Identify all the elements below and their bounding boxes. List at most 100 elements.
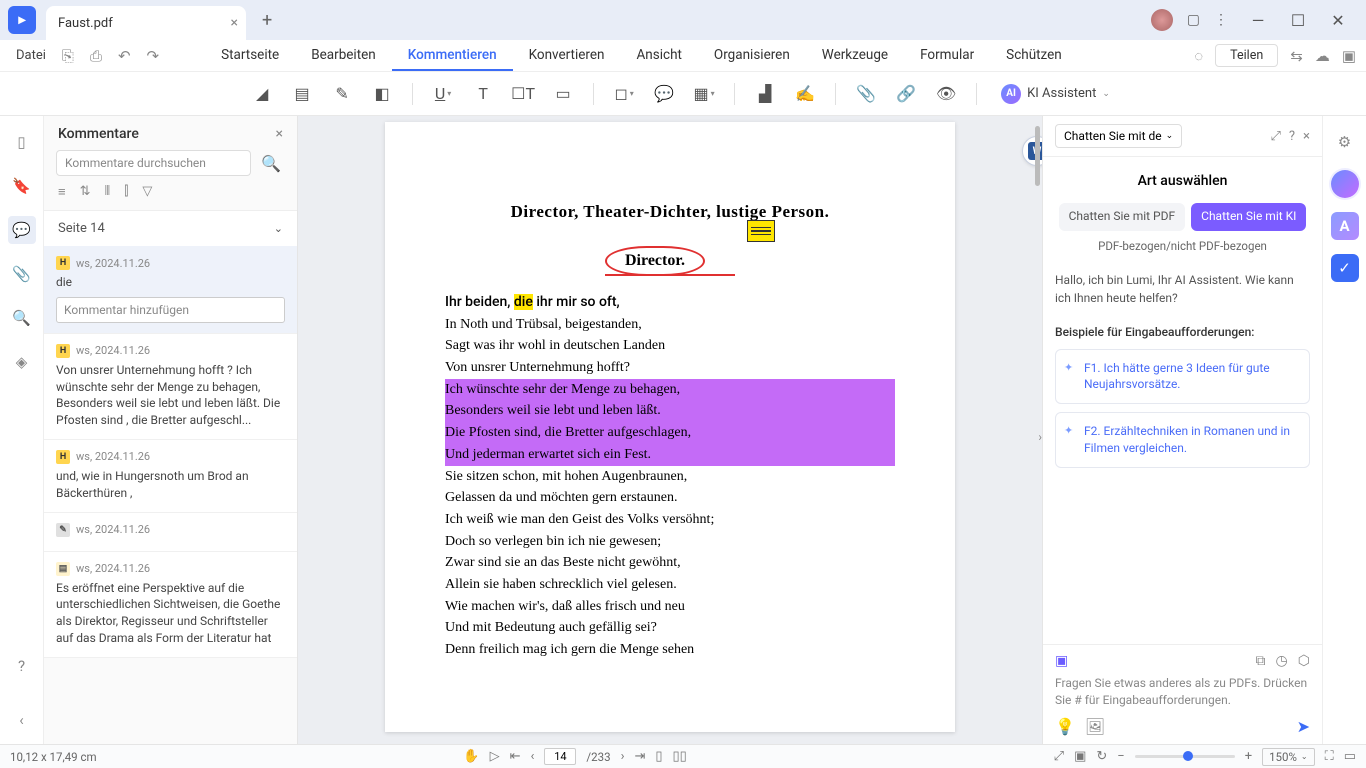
- ai-expand-icon[interactable]: ⤢: [1270, 129, 1280, 144]
- ai-attach-image-icon[interactable]: 🖼: [1085, 717, 1105, 736]
- page-number-input[interactable]: [544, 748, 576, 765]
- ai-tab-ki[interactable]: Chatten Sie mit KI: [1191, 203, 1306, 231]
- help-icon[interactable]: ?: [8, 652, 36, 680]
- ai-help-icon[interactable]: ?: [1289, 129, 1295, 144]
- nav-ansicht[interactable]: Ansicht: [620, 41, 697, 71]
- measure-icon[interactable]: ▦: [688, 78, 720, 110]
- redo-icon[interactable]: ↷: [141, 47, 166, 65]
- bulb-icon[interactable]: ◌: [1194, 47, 1203, 65]
- check-icon[interactable]: ✓: [1331, 254, 1359, 282]
- document-viewer[interactable]: Director, Theater-Dichter, lustige Perso…: [298, 116, 1042, 744]
- comment-item[interactable]: ▤ws, 2024.11.26Es eröffnet eine Perspekt…: [44, 552, 297, 658]
- select-tool-icon[interactable]: ▷: [490, 749, 500, 764]
- ai-input[interactable]: Fragen Sie etwas anderes als zu PDFs. Dr…: [1055, 675, 1310, 709]
- attach-icon[interactable]: 📎: [850, 78, 882, 110]
- attachments-icon[interactable]: 📎: [8, 260, 36, 288]
- nav-schützen[interactable]: Schützen: [990, 41, 1078, 71]
- filter-adjust-icon[interactable]: ⫿: [124, 184, 128, 200]
- share-button[interactable]: Teilen: [1215, 44, 1278, 67]
- highlighter-icon[interactable]: ◢: [246, 78, 278, 110]
- text-tool-icon[interactable]: T: [467, 78, 499, 110]
- ai-settings-icon[interactable]: ⬡: [1298, 653, 1310, 669]
- print-icon[interactable]: ⎙: [84, 47, 108, 65]
- ai-send-icon[interactable]: ➤: [1297, 717, 1310, 736]
- collapse-right-icon[interactable]: ›: [1038, 430, 1042, 444]
- ai-assistant-button[interactable]: AI KI Assistent ⌄: [991, 80, 1120, 108]
- textbox-icon[interactable]: ☐T: [507, 78, 539, 110]
- ai-a-icon[interactable]: A: [1331, 212, 1359, 240]
- eye-icon[interactable]: 👁: [930, 78, 962, 110]
- maximize-icon[interactable]: ☐: [1278, 4, 1318, 36]
- pencil-icon[interactable]: ✎: [326, 78, 358, 110]
- cloud-icon[interactable]: ☁: [1315, 47, 1330, 65]
- hand-tool-icon[interactable]: ✋: [463, 749, 479, 764]
- filter-sort-icon[interactable]: ⇅: [80, 184, 91, 200]
- open-icon[interactable]: ⎘: [56, 47, 80, 65]
- nav-formular[interactable]: Formular: [904, 41, 990, 71]
- ai-history-icon[interactable]: ◷: [1276, 653, 1288, 669]
- more-icon[interactable]: ⋮: [1214, 12, 1228, 28]
- callout-icon[interactable]: ▭: [547, 78, 579, 110]
- layout-icon[interactable]: ▣: [1342, 47, 1356, 65]
- app-logo[interactable]: ▸: [8, 6, 36, 34]
- comments-page-header[interactable]: Seite 14 ⌄: [44, 210, 297, 246]
- new-tab-button[interactable]: +: [254, 10, 280, 31]
- ai-close-icon[interactable]: ×: [1303, 129, 1310, 144]
- nav-werkzeuge[interactable]: Werkzeuge: [806, 41, 904, 71]
- sticky-note-icon[interactable]: [747, 220, 775, 242]
- notes-icon[interactable]: ▢: [1187, 12, 1200, 28]
- filter-funnel-icon[interactable]: ▽: [142, 184, 152, 200]
- comment-item[interactable]: Hws, 2024.11.26Von unsrer Unternehmung h…: [44, 334, 297, 440]
- stamp-icon[interactable]: ▟: [749, 78, 781, 110]
- bookmarks-icon[interactable]: 🔖: [8, 172, 36, 200]
- zoom-out-icon[interactable]: −: [1117, 749, 1124, 764]
- fullscreen-icon[interactable]: ⛶: [1325, 749, 1334, 764]
- read-mode-icon[interactable]: ▭: [1344, 749, 1356, 764]
- prev-page-icon[interactable]: ‹: [531, 749, 535, 764]
- close-window-icon[interactable]: ✕: [1318, 4, 1358, 36]
- adjust-icon[interactable]: ⚙: [1331, 128, 1359, 156]
- sign-icon[interactable]: ✍: [789, 78, 821, 110]
- ai-example-prompt[interactable]: F1. Ich hätte gerne 3 Ideen für gute Neu…: [1055, 349, 1310, 405]
- shapes-icon[interactable]: ◻: [608, 78, 640, 110]
- undo-icon[interactable]: ↶: [112, 47, 137, 65]
- link-icon[interactable]: 🔗: [890, 78, 922, 110]
- filter-list-icon[interactable]: ≡: [58, 184, 66, 200]
- zoom-in-icon[interactable]: +: [1245, 749, 1252, 764]
- ai-orb-icon[interactable]: [1331, 170, 1359, 198]
- ai-mode-dropdown[interactable]: Chatten Sie mit de⌄: [1055, 124, 1182, 148]
- comment-icon[interactable]: 💬: [648, 78, 680, 110]
- nav-konvertieren[interactable]: Konvertieren: [513, 41, 621, 71]
- document-tab[interactable]: Faust.pdf ×: [46, 6, 246, 40]
- view-double-icon[interactable]: ▯▯: [673, 749, 687, 764]
- user-avatar[interactable]: [1151, 9, 1173, 31]
- share-alt-icon[interactable]: ⇆: [1290, 47, 1303, 65]
- ai-tab-pdf[interactable]: Chatten Sie mit PDF: [1059, 203, 1186, 231]
- first-page-icon[interactable]: ⇤: [510, 749, 521, 764]
- comment-reply-input[interactable]: Kommentar hinzufügen: [56, 297, 285, 323]
- minimize-icon[interactable]: —: [1238, 4, 1278, 36]
- comment-item[interactable]: Hws, 2024.11.26dieKommentar hinzufügen: [44, 246, 297, 334]
- last-page-icon[interactable]: ⇥: [634, 749, 645, 764]
- ai-lightbulb-icon[interactable]: 💡: [1055, 717, 1075, 736]
- nav-kommentieren[interactable]: Kommentieren: [392, 41, 513, 71]
- zoom-slider[interactable]: [1135, 755, 1235, 758]
- search-comments-icon[interactable]: 🔍: [257, 150, 285, 176]
- filter-bar-icon[interactable]: ⦀: [105, 184, 111, 200]
- fit-width-icon[interactable]: ⤢: [1054, 749, 1064, 764]
- comment-item[interactable]: Hws, 2024.11.26und, wie in Hungersnoth u…: [44, 440, 297, 513]
- search-icon[interactable]: 🔍: [8, 304, 36, 332]
- eraser-icon[interactable]: ◧: [366, 78, 398, 110]
- layers-icon[interactable]: ◈: [8, 348, 36, 376]
- comment-item[interactable]: ✎ws, 2024.11.26: [44, 513, 297, 552]
- note-tool-icon[interactable]: ▤: [286, 78, 318, 110]
- collapse-left-icon[interactable]: ‹: [8, 706, 36, 734]
- rotate-icon[interactable]: ↻: [1096, 749, 1107, 764]
- next-page-icon[interactable]: ›: [621, 749, 625, 764]
- ai-doc-icon[interactable]: ▣: [1055, 653, 1068, 669]
- ai-image-icon[interactable]: ⧉: [1256, 653, 1266, 669]
- nav-startseite[interactable]: Startseite: [205, 41, 295, 71]
- close-comments-icon[interactable]: ×: [276, 126, 283, 142]
- thumbnails-icon[interactable]: ▯: [8, 128, 36, 156]
- ai-example-prompt[interactable]: F2. Erzähltechniken in Romanen und in Fi…: [1055, 412, 1310, 468]
